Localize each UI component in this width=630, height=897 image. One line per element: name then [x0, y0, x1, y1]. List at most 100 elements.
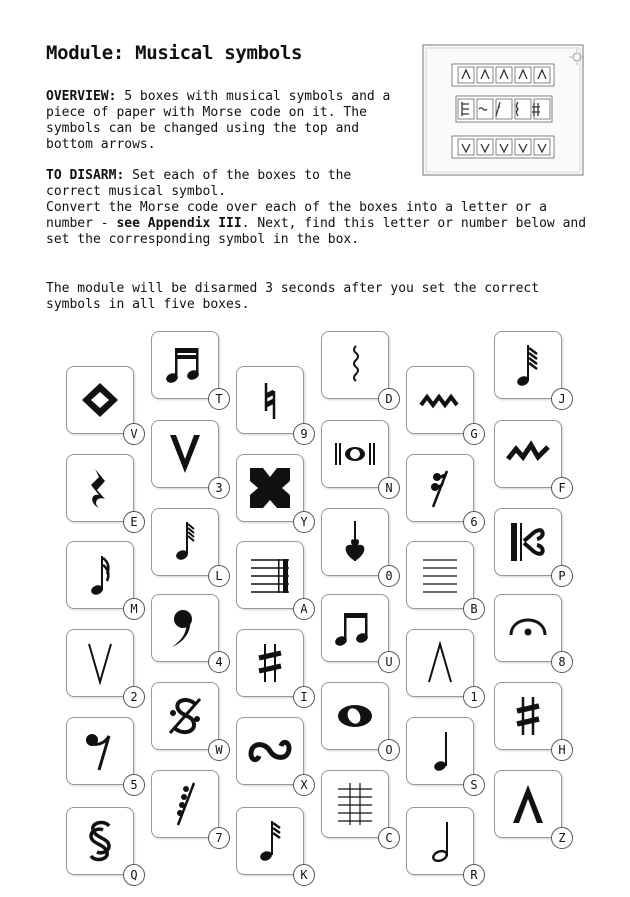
sixteenth-note-icon [91, 556, 110, 595]
symbol-card-label: 1 [463, 686, 485, 708]
symbol-card-label: 4 [208, 651, 230, 673]
symbol-card-j: J [494, 331, 573, 410]
symbol-card-label: S [463, 774, 485, 796]
whole-note-icon [338, 705, 372, 727]
symbol-card-5: 5 [66, 717, 145, 796]
staff-short-icon [423, 559, 457, 593]
mordent-big-icon [506, 440, 550, 462]
sharp-bold-icon [516, 697, 540, 735]
symbol-card-o: O [321, 682, 400, 761]
symbol-card-label: W [208, 739, 230, 761]
segno-flat-icon [345, 521, 365, 561]
symbol-card-label: Q [123, 864, 145, 886]
symbol-card-label: T [208, 388, 230, 410]
symbol-card-w: W [151, 682, 230, 761]
disarm-note: The module will be disarmed 3 seconds af… [46, 281, 540, 312]
v-thin-icon [88, 643, 112, 686]
symbol-card-1: 1 [406, 629, 485, 708]
symbol-card-label: I [293, 686, 315, 708]
caret-bold-icon [513, 785, 543, 823]
symbol-card-label: Z [551, 827, 573, 849]
note-multi-flag-icon [517, 345, 538, 386]
overview-paragraph: OVERVIEW: 5 boxes with musical symbols a… [46, 89, 406, 153]
symbol-box-row [455, 95, 553, 123]
symbol-card-4: 4 [151, 594, 230, 673]
fermata-icon [509, 618, 547, 636]
bass-comma-icon [172, 610, 192, 647]
natural-icon [264, 383, 276, 419]
mordent-icon [419, 393, 459, 409]
symbol-card-t: T [151, 331, 230, 410]
symbol-card-label: 6 [463, 511, 485, 533]
disarm-paragraph: TO DISARM: Set each of the boxes to the … [46, 168, 406, 200]
symbol-card-label: B [463, 598, 485, 620]
symbol-card-label: X [293, 774, 315, 796]
symbol-card-r: R [406, 807, 485, 886]
symbol-card-label: 3 [208, 477, 230, 499]
block-x-icon [250, 468, 290, 508]
staff-ledger-icon [338, 783, 372, 825]
quarter-rest-icon [91, 469, 105, 508]
symbol-card-label: V [123, 423, 145, 445]
breve-double-icon [335, 443, 375, 465]
symbol-card-label: 7 [208, 827, 230, 849]
symbol-card-m: M [66, 541, 145, 620]
half-note-icon [432, 822, 448, 863]
segno-percent-icon [168, 698, 202, 734]
symbol-card-label: H [551, 739, 573, 761]
symbol-card-label: N [378, 477, 400, 499]
beamed-notes-icon [166, 348, 199, 383]
sixteenth-rest-icon [431, 470, 449, 508]
caret-thin-icon [428, 640, 452, 683]
symbol-card-label: A [293, 598, 315, 620]
symbol-card-label: U [378, 651, 400, 673]
section-sign-icon [89, 820, 111, 862]
symbol-card-n: N [321, 420, 400, 499]
note-stem-flags-icon [176, 522, 195, 560]
symbol-card-g: G [406, 366, 485, 445]
symbol-card-label: R [463, 864, 485, 886]
symbol-card-label: J [551, 388, 573, 410]
symbol-card-7: 7 [151, 770, 230, 849]
top-arrow-row [451, 63, 555, 87]
symbol-card-label: F [551, 477, 573, 499]
symbol-card-2: 2 [66, 629, 145, 708]
symbol-card-0: 0 [321, 508, 400, 587]
symbol-card-6: 6 [406, 454, 485, 533]
symbol-card-label: E [123, 511, 145, 533]
symbol-card-label: K [293, 864, 315, 886]
module-illustration [422, 44, 584, 176]
symbol-card-q: Q [66, 807, 145, 886]
symbol-card-label: L [208, 565, 230, 587]
symbol-card-c: C [321, 770, 400, 849]
symbol-card-p: P [494, 508, 573, 587]
symbol-card-x: X [236, 717, 315, 796]
symbol-card-s: S [406, 717, 485, 796]
symbol-card-label: 5 [123, 774, 145, 796]
symbol-card-label: O [378, 739, 400, 761]
squiggle-vertical-icon [353, 345, 359, 382]
page-title: Module: Musical symbols [46, 42, 303, 64]
symbol-card-l: L [151, 508, 230, 587]
symbol-card-8: 8 [494, 594, 573, 673]
symbol-card-e: E [66, 454, 145, 533]
symbol-card-label: 9 [293, 423, 315, 445]
staff-barline-icon [251, 559, 289, 593]
symbol-card-u: U [321, 594, 400, 673]
symbol-card-label: M [123, 598, 145, 620]
eighth-pair-icon [335, 613, 368, 646]
symbol-card-label: 0 [378, 565, 400, 587]
symbol-card-label: C [378, 827, 400, 849]
symbol-card-label: Y [293, 511, 315, 533]
overview-label: OVERVIEW: [46, 89, 117, 104]
symbol-card-9: 9 [236, 366, 315, 445]
thirtysecond-note-icon [260, 821, 281, 861]
bottom-arrow-row [451, 135, 555, 159]
symbol-card-i: I [236, 629, 315, 708]
symbol-card-label: 8 [551, 651, 573, 673]
symbol-card-z: Z [494, 770, 573, 849]
symbol-card-b: B [406, 541, 485, 620]
symbol-card-v: V [66, 366, 145, 445]
symbol-card-f: F [494, 420, 573, 499]
diamond-icon [82, 383, 118, 417]
